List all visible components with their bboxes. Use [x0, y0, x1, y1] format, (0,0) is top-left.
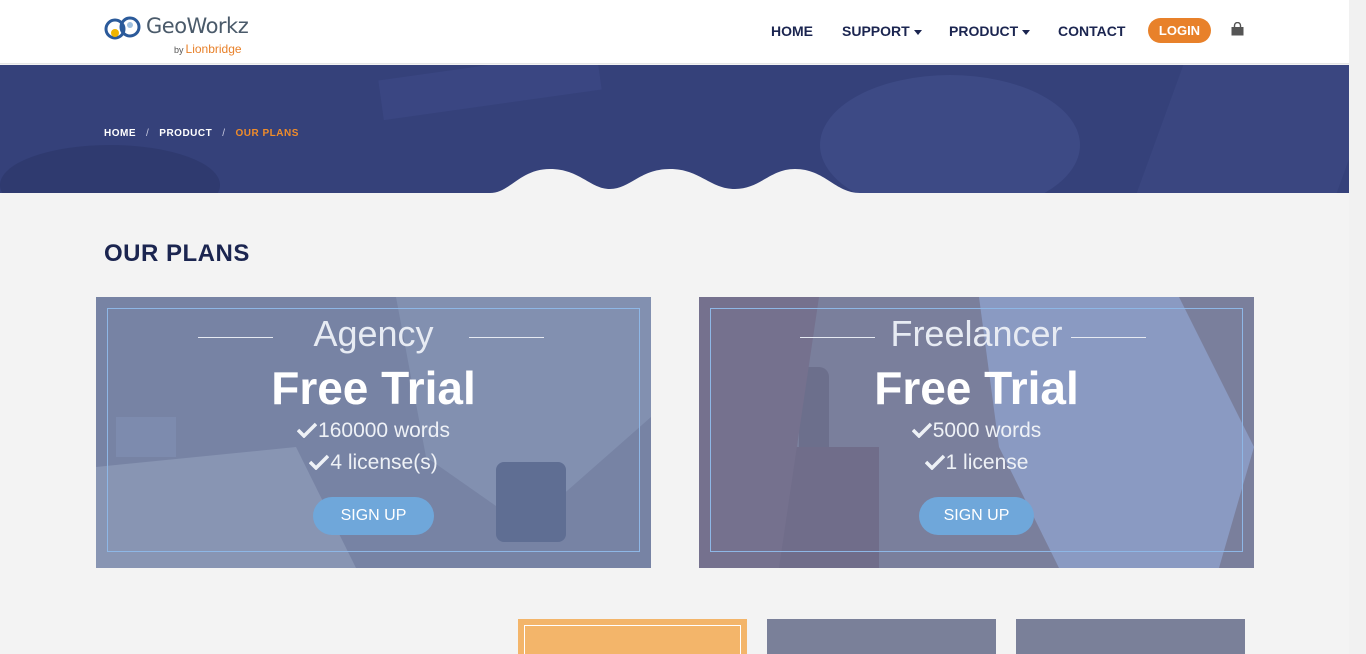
- plan-feature-text: 5000 words: [932, 419, 1042, 442]
- logo-text: GeoWorkz: [146, 14, 249, 38]
- plan-trial-label: Free Trial: [874, 362, 1079, 414]
- plan-name: Freelancer: [890, 313, 1063, 354]
- checkmark-icon: [297, 422, 318, 438]
- geoworkz-logo[interactable]: GeoWorkz by Lionbridge: [104, 12, 264, 58]
- logo-by: by: [174, 45, 184, 55]
- logo-sub-brand: Lionbridge: [185, 42, 242, 56]
- chevron-down-icon: [913, 29, 922, 35]
- breadcrumb: HOME / PRODUCT / OUR PLANS: [104, 128, 299, 139]
- nav-product[interactable]: PRODUCT: [949, 23, 1031, 39]
- breadcrumb-separator: /: [146, 128, 150, 139]
- wave-divider: [490, 169, 860, 193]
- plan-feature-text: 1 license: [945, 451, 1029, 474]
- chevron-down-icon: [1022, 29, 1031, 35]
- breadcrumb-separator: /: [222, 128, 226, 139]
- plan-card-agency: Agency Free Trial 160000 words 4 license…: [96, 297, 651, 568]
- hero-bg-shape: [0, 145, 220, 193]
- nav-product-label: PRODUCT: [949, 23, 1019, 39]
- pricing-card: [1016, 619, 1245, 654]
- hero-bg-shape: [1136, 65, 1349, 193]
- plan-feature: 160000 words: [96, 419, 651, 443]
- pricing-card: [767, 619, 996, 654]
- site-header: GeoWorkz by Lionbridge HOME SUPPORT PRODU…: [0, 0, 1349, 64]
- nav-contact[interactable]: CONTACT: [1058, 23, 1125, 39]
- hero-bg-shape: [378, 65, 602, 121]
- globe-logo-icon: [104, 16, 141, 40]
- plan-feature: 4 license(s): [96, 451, 651, 475]
- plan-name: Agency: [313, 313, 434, 354]
- nav-home[interactable]: HOME: [771, 23, 813, 39]
- logo-subtext: by Lionbridge: [174, 42, 242, 56]
- plan-trial-label: Free Trial: [271, 362, 476, 414]
- checkmark-icon: [911, 422, 932, 438]
- page-scrollbar[interactable]: [1349, 0, 1366, 654]
- checkmark-icon: [924, 454, 945, 470]
- plan-feature-text: 4 license(s): [330, 451, 438, 474]
- plan-feature: 5000 words: [699, 419, 1254, 443]
- hero-banner: HOME / PRODUCT / OUR PLANS: [0, 65, 1349, 193]
- nav-support-label: SUPPORT: [842, 23, 910, 39]
- breadcrumb-product[interactable]: PRODUCT: [159, 128, 212, 139]
- signup-button[interactable]: SIGN UP: [313, 497, 434, 535]
- shopping-bag-icon[interactable]: [1231, 22, 1244, 36]
- plan-card-freelancer: Freelancer Free Trial 5000 words 1 licen…: [699, 297, 1254, 568]
- nav-support[interactable]: SUPPORT: [842, 23, 922, 39]
- card-frame: [524, 625, 741, 654]
- page-title: OUR PLANS: [104, 240, 250, 267]
- signup-button[interactable]: SIGN UP: [919, 497, 1034, 535]
- breadcrumb-home[interactable]: HOME: [104, 128, 136, 139]
- plan-feature: 1 license: [699, 451, 1254, 475]
- plan-feature-text: 160000 words: [318, 419, 450, 442]
- pricing-card-featured: [518, 619, 747, 654]
- checkmark-icon: [309, 454, 330, 470]
- breadcrumb-current: OUR PLANS: [235, 128, 299, 139]
- login-button[interactable]: LOGIN: [1148, 18, 1211, 43]
